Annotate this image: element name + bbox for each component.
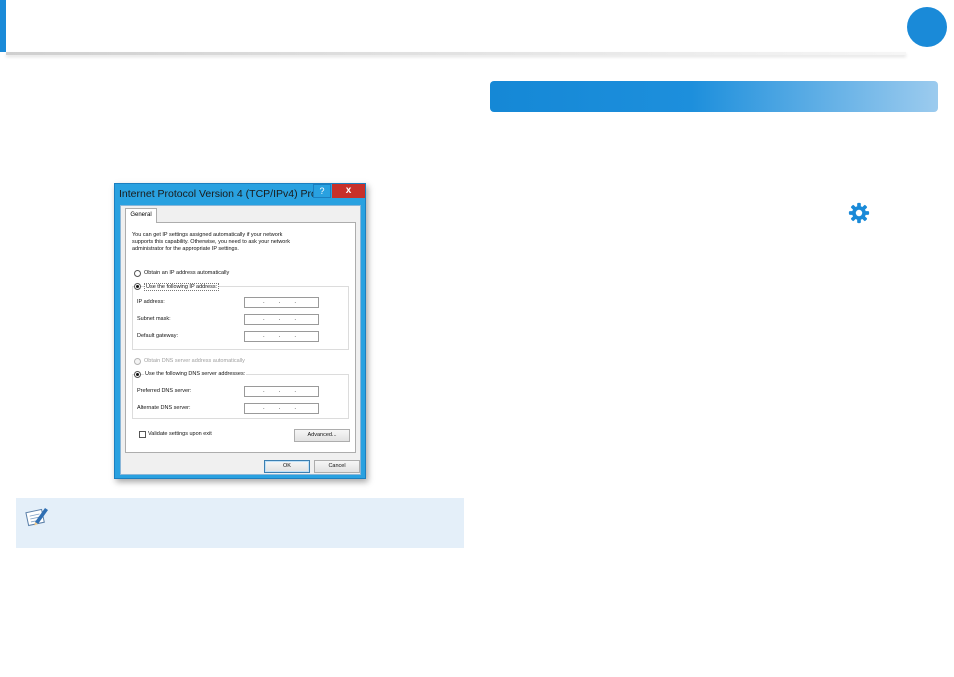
default-gateway-label: Default gateway: xyxy=(137,333,178,339)
validate-checkbox[interactable] xyxy=(139,431,146,438)
obtain-dns-radio[interactable] xyxy=(134,358,141,365)
gear-icon xyxy=(848,202,870,224)
preferred-dns-label: Preferred DNS server: xyxy=(137,388,192,394)
dialog-title: Internet Protocol Version 4 (TCP/IPv4) P… xyxy=(119,188,326,200)
ok-button[interactable]: OK xyxy=(264,460,310,473)
header-accent-bar xyxy=(0,0,6,52)
obtain-ip-radio[interactable] xyxy=(134,270,141,277)
intro-text: You can get IP settings assigned automat… xyxy=(132,232,290,252)
advanced-button[interactable]: Advanced... xyxy=(294,429,350,442)
subnet-mask-label: Subnet mask: xyxy=(137,316,171,322)
note-box xyxy=(16,498,464,548)
dialog-body: General You can get IP settings assigned… xyxy=(120,205,361,475)
cancel-button[interactable]: Cancel xyxy=(314,460,360,473)
alternate-dns-label: Alternate DNS server: xyxy=(137,405,191,411)
ip-address-label: IP address: xyxy=(137,299,165,305)
general-tab-panel: You can get IP settings assigned automat… xyxy=(125,222,356,453)
use-ip-label: Use the following IP address: xyxy=(144,283,220,291)
tab-general[interactable]: General xyxy=(125,208,157,223)
section-heading-bar xyxy=(490,81,938,112)
obtain-dns-label: Obtain DNS server address automatically xyxy=(144,358,245,364)
note-pencil-icon xyxy=(25,508,48,527)
use-dns-radio[interactable] xyxy=(134,371,141,378)
obtain-ip-label: Obtain an IP address automatically xyxy=(144,270,230,276)
alternate-dns-input[interactable]: ... xyxy=(244,403,319,414)
header-divider xyxy=(6,52,906,55)
default-gateway-input[interactable]: ... xyxy=(244,331,319,342)
close-button[interactable]: x xyxy=(332,184,365,198)
chapter-badge xyxy=(907,7,947,47)
preferred-dns-input[interactable]: ... xyxy=(244,386,319,397)
ipv4-properties-dialog: Internet Protocol Version 4 (TCP/IPv4) P… xyxy=(114,183,366,479)
use-ip-radio[interactable] xyxy=(134,283,141,290)
validate-label: Validate settings upon exit xyxy=(148,431,212,437)
use-dns-label: Use the following DNS server addresses: xyxy=(144,371,247,377)
subnet-mask-input[interactable]: ... xyxy=(244,314,319,325)
help-button[interactable]: ? xyxy=(313,184,331,198)
ip-address-input[interactable]: ... xyxy=(244,297,319,308)
